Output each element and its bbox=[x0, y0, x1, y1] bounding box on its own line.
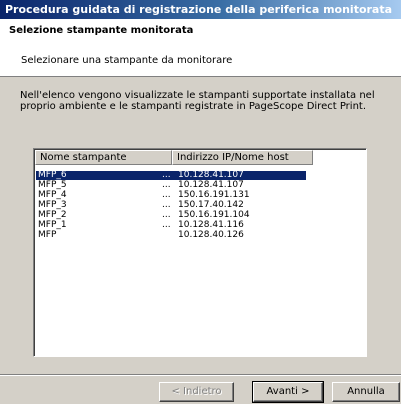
wizard-header: Selezione stampante monitorata Seleziona… bbox=[0, 19, 401, 77]
printer-ip-cell: 150.16.191.104 bbox=[178, 210, 250, 220]
printer-row[interactable]: MFP_5... 10.128.41.107 bbox=[36, 181, 306, 190]
list-header: Nome stampante Indirizzo IP/Nome host bbox=[35, 150, 365, 165]
printer-row[interactable]: MFP_2... 150.16.191.104 bbox=[36, 211, 306, 220]
printer-name-cell: MFP_4 bbox=[38, 190, 67, 200]
printer-list[interactable]: Nome stampante Indirizzo IP/Nome host MF… bbox=[33, 148, 367, 357]
back-button[interactable]: < Indietro bbox=[159, 382, 234, 402]
printer-name-cell: MFP bbox=[38, 230, 57, 240]
step-title: Selezione stampante monitorata bbox=[9, 25, 194, 36]
truncation-ellipsis: ... bbox=[162, 170, 171, 180]
printer-ip-cell: 10.128.41.107 bbox=[178, 170, 244, 180]
column-header-printer-name[interactable]: Nome stampante bbox=[35, 150, 172, 165]
truncation-ellipsis: ... bbox=[162, 210, 171, 220]
printer-ip-cell: 10.128.41.107 bbox=[178, 180, 244, 190]
printer-name-cell: MFP_3 bbox=[38, 200, 67, 210]
window-title: Procedura guidata di registrazione della… bbox=[0, 0, 401, 19]
column-header-ip-address[interactable]: Indirizzo IP/Nome host bbox=[172, 150, 313, 165]
truncation-ellipsis: ... bbox=[162, 180, 171, 190]
description-text: Nell'elenco vengono visualizzate le stam… bbox=[20, 90, 375, 112]
printer-ip-cell: 150.16.191.131 bbox=[178, 190, 250, 200]
printer-name-cell: MFP_6 bbox=[38, 170, 67, 180]
printer-ip-cell: 10.128.40.126 bbox=[178, 230, 244, 240]
printer-name-cell: MFP_2 bbox=[38, 210, 67, 220]
printer-row[interactable]: MFP_4... 150.16.191.131 bbox=[36, 191, 306, 200]
printer-row[interactable]: MFP_1... 10.128.41.116 bbox=[36, 221, 306, 230]
printer-name-cell: MFP_5 bbox=[38, 180, 67, 190]
next-button[interactable]: Avanti > bbox=[252, 381, 324, 403]
printer-row[interactable]: MFP 10.128.40.126 bbox=[36, 231, 306, 240]
truncation-ellipsis: ... bbox=[162, 220, 171, 230]
printer-row[interactable]: MFP_6... 10.128.41.107 bbox=[36, 171, 306, 180]
cancel-button[interactable]: Annulla bbox=[332, 382, 400, 402]
printer-ip-cell: 150.17.40.142 bbox=[178, 200, 244, 210]
button-separator bbox=[0, 374, 401, 376]
step-subtitle: Selezionare una stampante da monitorare bbox=[21, 55, 233, 66]
printer-ip-cell: 10.128.41.116 bbox=[178, 220, 244, 230]
truncation-ellipsis: ... bbox=[162, 200, 171, 210]
truncation-ellipsis: ... bbox=[162, 190, 171, 200]
printer-row[interactable]: MFP_3... 150.17.40.142 bbox=[36, 201, 306, 210]
printer-name-cell: MFP_1 bbox=[38, 220, 67, 230]
